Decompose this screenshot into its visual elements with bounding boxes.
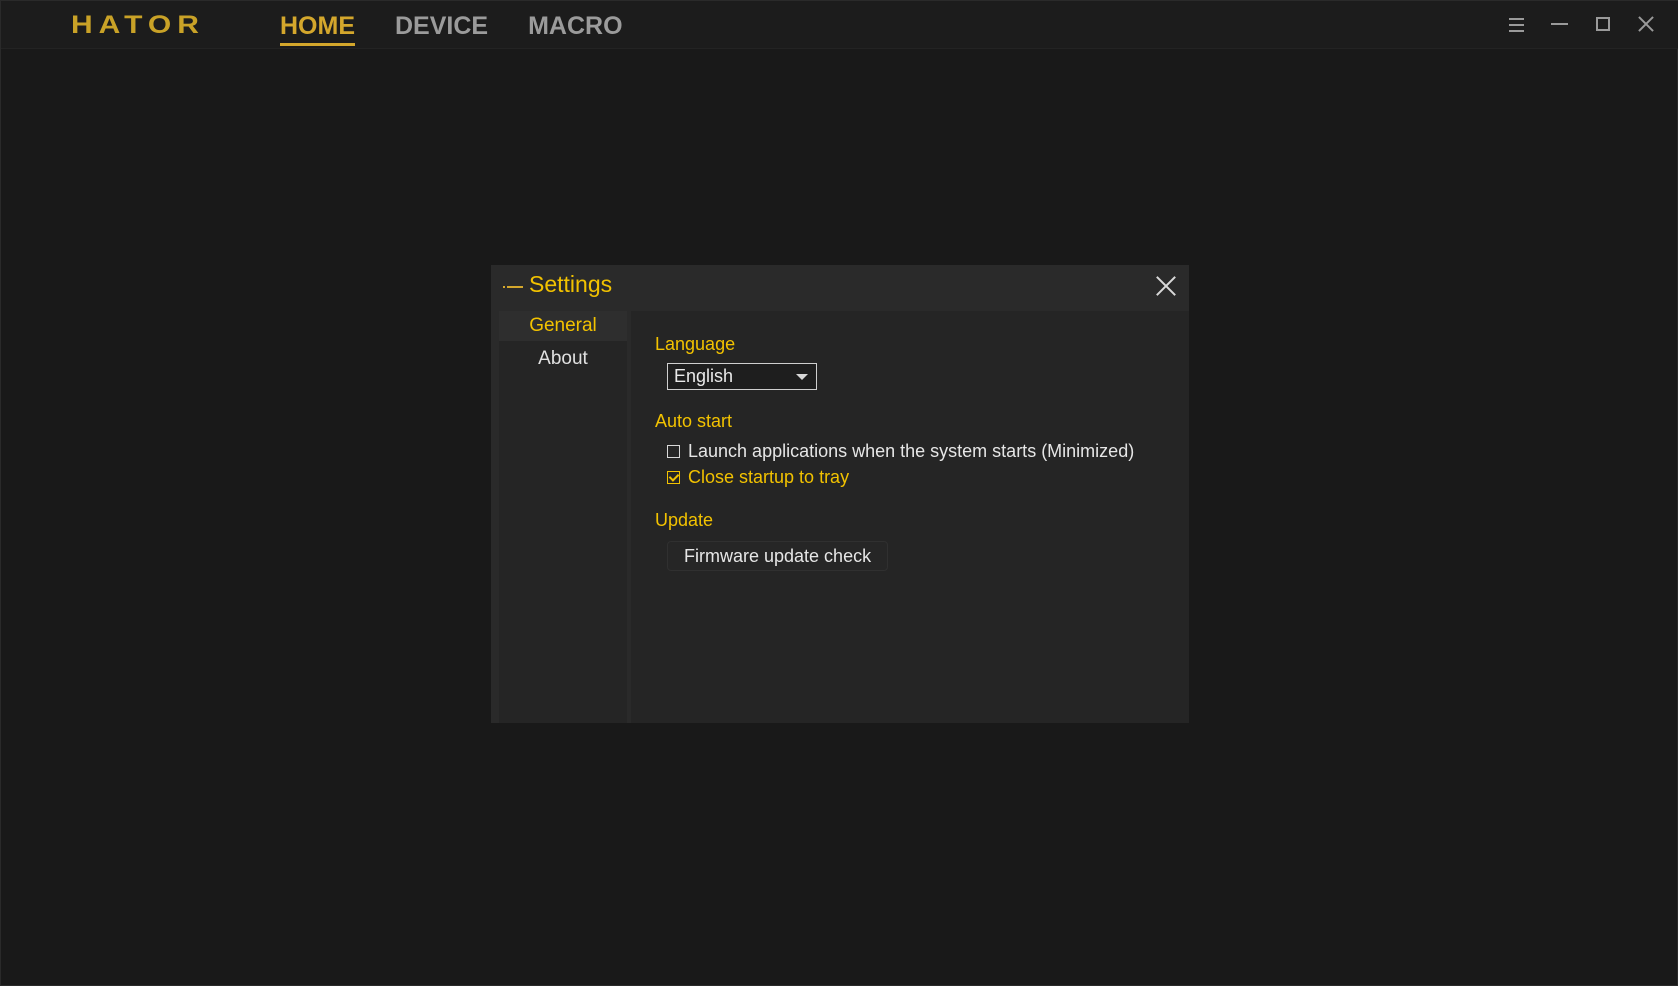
minimize-button[interactable]: [1538, 11, 1581, 37]
settings-sidebar: General About: [499, 311, 627, 723]
nav-macro[interactable]: MACRO: [528, 11, 622, 46]
dialog-title: Settings: [529, 271, 613, 297]
tab-about[interactable]: About: [499, 344, 627, 374]
language-select[interactable]: English: [667, 363, 817, 390]
launch-on-startup-option[interactable]: Launch applications when the system star…: [667, 441, 1134, 462]
update-label: Update: [655, 510, 714, 530]
app-window: HATOR HOME DEVICE MACRO Settings General…: [0, 0, 1678, 986]
dialog-header: Settings: [491, 265, 1189, 309]
settings-dialog: Settings General About Language English …: [491, 265, 1189, 723]
maximize-button[interactable]: [1581, 11, 1624, 37]
maximize-icon: [1595, 17, 1610, 31]
close-to-tray-label: Close startup to tray: [688, 467, 850, 487]
dotted-line-icon: [503, 285, 523, 289]
autostart-label: Auto start: [655, 411, 733, 431]
language-value: English: [674, 366, 734, 386]
tab-general[interactable]: General: [499, 311, 627, 341]
hator-logo: HATOR: [71, 11, 205, 39]
firmware-update-check-button[interactable]: Firmware update check: [667, 541, 889, 571]
launch-on-startup-checkbox[interactable]: [667, 445, 680, 458]
minimize-icon: [1551, 23, 1568, 25]
chevron-down-icon: [796, 374, 808, 380]
close-to-tray-checkbox[interactable]: [667, 471, 680, 484]
close-to-tray-option[interactable]: Close startup to tray: [667, 467, 849, 488]
close-icon: [1638, 16, 1654, 32]
close-window-button[interactable]: [1624, 11, 1667, 37]
title-bar: HATOR HOME DEVICE MACRO: [1, 1, 1678, 49]
nav-home[interactable]: HOME: [280, 11, 355, 46]
dialog-close-icon[interactable]: [1155, 275, 1177, 297]
launch-on-startup-label: Launch applications when the system star…: [688, 441, 1135, 461]
main-nav: HOME DEVICE MACRO: [280, 11, 663, 46]
nav-device[interactable]: DEVICE: [395, 11, 488, 46]
menu-button[interactable]: [1495, 11, 1538, 37]
menu-icon: [1509, 17, 1524, 32]
window-controls: [1495, 11, 1667, 37]
language-label: Language: [655, 334, 736, 354]
settings-content: Language English Auto start Launch appli…: [631, 311, 1189, 723]
